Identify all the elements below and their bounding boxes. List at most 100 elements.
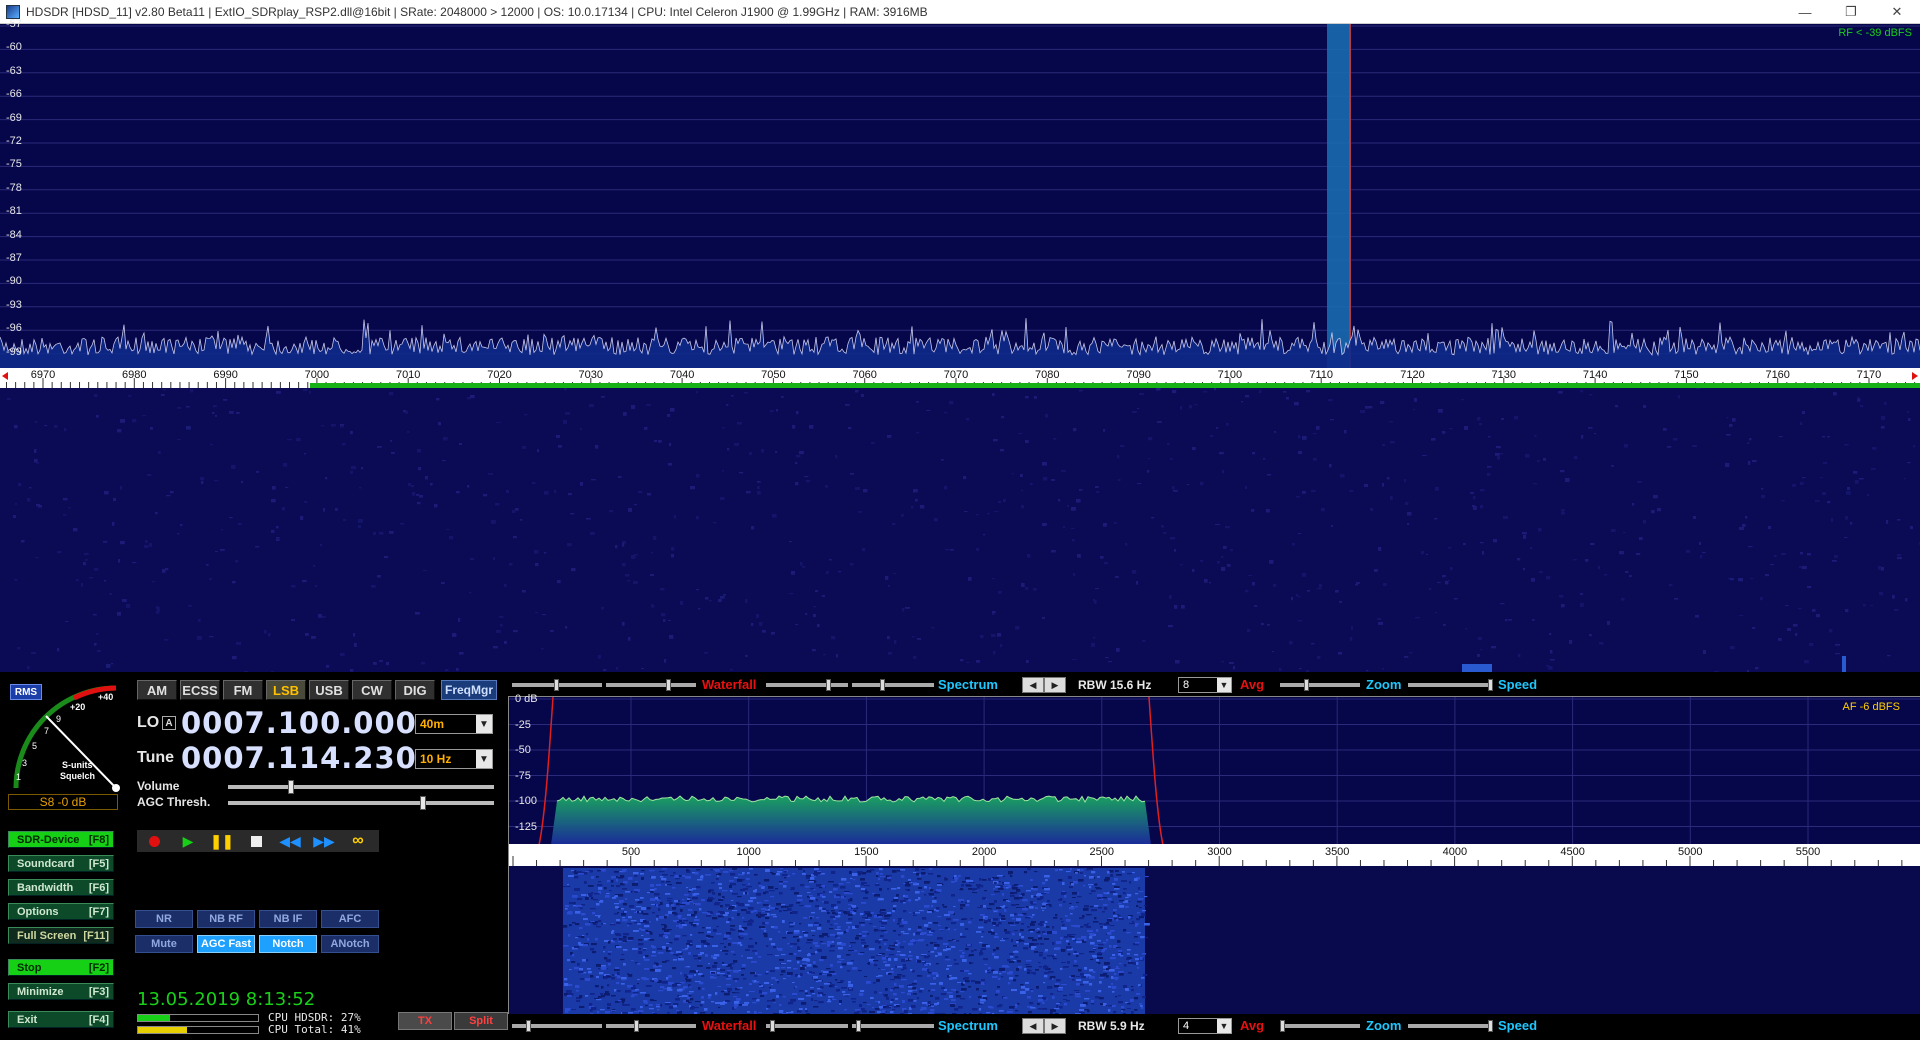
rf-freq-label: 7040 (669, 369, 695, 381)
scroll-arrows-bottom[interactable]: ◀ ▶ (1022, 1018, 1066, 1034)
audio-waterfall-controls-bottom: Waterfall Spectrum ◀ ▶ RBW 5.9 Hz 4 ▼ Avg… (508, 1016, 1920, 1036)
spec-slider-3[interactable] (766, 1020, 848, 1032)
rf-freq-label: 7080 (1035, 369, 1060, 381)
af-spectrum[interactable]: 0 dB -25 -50 -75 -100 -125 AF -6 dBFS (508, 693, 1920, 845)
left-arrow-icon[interactable]: ◀ (1022, 1018, 1044, 1034)
options-button[interactable]: Options [F7] (8, 903, 114, 920)
spectrum-label: Spectrum (938, 677, 998, 692)
wf-slider-2[interactable] (606, 679, 696, 691)
lo-a-button[interactable]: A (162, 716, 176, 730)
avg-select[interactable]: 8 ▼ (1178, 677, 1232, 693)
speed-slider-bottom[interactable] (1408, 1020, 1493, 1032)
agc-thresh-slider-thumb[interactable] (420, 796, 427, 810)
mode-usb-button[interactable]: USB (309, 680, 349, 700)
anotch-button[interactable]: ANotch (321, 935, 379, 953)
zoom-label-bottom: Zoom (1366, 1018, 1402, 1033)
squelch-caption[interactable]: Squelch (60, 771, 95, 781)
stop-button[interactable]: Stop [F2] (8, 959, 114, 976)
rewind-icon[interactable]: ◀◀ (273, 830, 307, 852)
rf-db-label: -78 (6, 181, 22, 194)
step-select[interactable]: 10 Hz ▼ (415, 749, 493, 769)
wf-slider-3[interactable] (512, 1020, 602, 1032)
bandwidth-button[interactable]: Bandwidth [F6] (8, 879, 114, 896)
af-freq-label: 5500 (1795, 846, 1821, 858)
s-scale-7: 7 (44, 726, 50, 736)
af-frequency-scale[interactable]: 500 1000 1500 2000 2500 3000 3500 4000 4500 5000 5… (508, 844, 1920, 866)
notch-button[interactable]: Notch (259, 935, 317, 953)
left-arrow-icon[interactable]: ◀ (1022, 677, 1044, 693)
rf-spectrum[interactable]: -57 -60 -63 -66 -69 -72 -75 -78 -81 -84 -87 -90 -93 -… (0, 18, 1920, 368)
mode-cw-button[interactable]: CW (352, 680, 392, 700)
window-title: HDSDR [HDSD_11] v2.80 Beta11 | ExtIO_SDR… (26, 4, 928, 19)
exit-button[interactable]: Exit [F4] (8, 1011, 114, 1028)
af-freq-label: 1000 (736, 846, 761, 858)
nr-button[interactable]: NR (135, 910, 193, 928)
play-icon[interactable]: ▶ (171, 830, 205, 852)
mode-am-button[interactable]: AM (137, 680, 177, 700)
rf-freq-label: 7020 (487, 369, 512, 381)
volume-slider[interactable] (228, 780, 494, 794)
volume-slider-thumb[interactable] (287, 780, 294, 794)
band-value: 40m (420, 717, 445, 731)
nb-if-button[interactable]: NB IF (259, 910, 317, 928)
stop-icon[interactable] (239, 830, 273, 852)
spec-slider-4[interactable] (852, 1020, 934, 1032)
rf-waterfall[interactable] (0, 388, 1920, 672)
wf-slider-1[interactable] (512, 679, 602, 691)
rf-db-label: -87 (6, 252, 22, 264)
zoom-label: Zoom (1366, 677, 1402, 692)
mode-ecss-button[interactable]: ECSS (180, 680, 220, 700)
freqmgr-button[interactable]: FreqMgr (441, 680, 497, 700)
right-arrow-icon[interactable]: ▶ (1044, 1018, 1066, 1034)
af-freq-label: 4000 (1442, 846, 1468, 858)
full-screen-button[interactable]: Full Screen [F11] (8, 927, 114, 944)
minimize-app-button[interactable]: Minimize [F3] (8, 983, 114, 1000)
afc-button[interactable]: AFC (321, 910, 379, 928)
tune-frequency-display[interactable]: 0007.114.230 (181, 741, 417, 775)
af-db-label: -75 (515, 769, 531, 782)
sdr-device-button[interactable]: SDR-Device [F8] (8, 831, 114, 848)
nb-rf-button[interactable]: NB RF (197, 910, 255, 928)
avg-select-bottom[interactable]: 4 ▼ (1178, 1018, 1232, 1034)
spec-slider-1[interactable] (766, 679, 848, 691)
mode-dig-button[interactable]: DIG (395, 680, 435, 700)
af-level-readout: AF -6 dBFS (1842, 701, 1900, 713)
avg-label: Avg (1240, 677, 1265, 692)
mute-button[interactable]: Mute (135, 935, 193, 953)
spec-slider-2[interactable] (852, 679, 934, 691)
lo-frequency-display[interactable]: 0007.100.000 (181, 706, 417, 740)
band-select[interactable]: 40m ▼ (415, 714, 493, 734)
loop-icon[interactable]: ∞ (341, 830, 375, 852)
tx-button[interactable]: TX (398, 1012, 452, 1030)
avg-value-bottom: 4 (1183, 1020, 1190, 1032)
speed-slider[interactable] (1408, 679, 1493, 691)
rms-button[interactable]: RMS (10, 684, 42, 700)
zoom-slider-bottom[interactable] (1280, 1020, 1360, 1032)
zoom-slider[interactable] (1280, 679, 1360, 691)
title-bar: HDSDR [HDSD_11] v2.80 Beta11 | ExtIO_SDR… (0, 0, 1920, 24)
minimize-button[interactable]: — (1782, 0, 1828, 24)
rf-freq-label: 6980 (122, 369, 147, 381)
wf-slider-4[interactable] (606, 1020, 696, 1032)
rf-freq-label: 7000 (304, 369, 330, 381)
mode-lsb-button[interactable]: LSB (266, 680, 306, 700)
right-arrow-icon[interactable]: ▶ (1044, 677, 1066, 693)
record-icon[interactable] (137, 830, 171, 852)
close-button[interactable]: ✕ (1874, 0, 1920, 24)
s-scale-20: +20 (70, 702, 86, 712)
mode-fm-button[interactable]: FM (223, 680, 263, 700)
agc-thresh-slider[interactable] (228, 796, 494, 810)
af-waterfall[interactable] (508, 866, 1920, 1014)
agc-fast-button[interactable]: AGC Fast (197, 935, 255, 953)
scroll-arrows[interactable]: ◀ ▶ (1022, 677, 1066, 693)
s-meter: RMS 1 3 5 7 9 +20 +40 S-units Squelch (4, 676, 122, 792)
hdsdr-window: HDSDR [HDSD_11] v2.80 Beta11 | ExtIO_SDR… (0, 0, 1920, 1040)
restore-button[interactable]: ❐ (1828, 0, 1874, 24)
audio-waterfall-controls-top: Waterfall Spectrum ◀ ▶ RBW 15.6 Hz 8 ▼ Av… (508, 675, 1920, 695)
pause-icon[interactable]: ❚❚ (205, 830, 239, 852)
s-scale-40: +40 (98, 692, 114, 702)
soundcard-button[interactable]: Soundcard [F5] (8, 855, 114, 872)
split-button[interactable]: Split (454, 1012, 508, 1030)
rf-freq-label: 7050 (761, 369, 786, 381)
fast-forward-icon[interactable]: ▶▶ (307, 830, 341, 852)
